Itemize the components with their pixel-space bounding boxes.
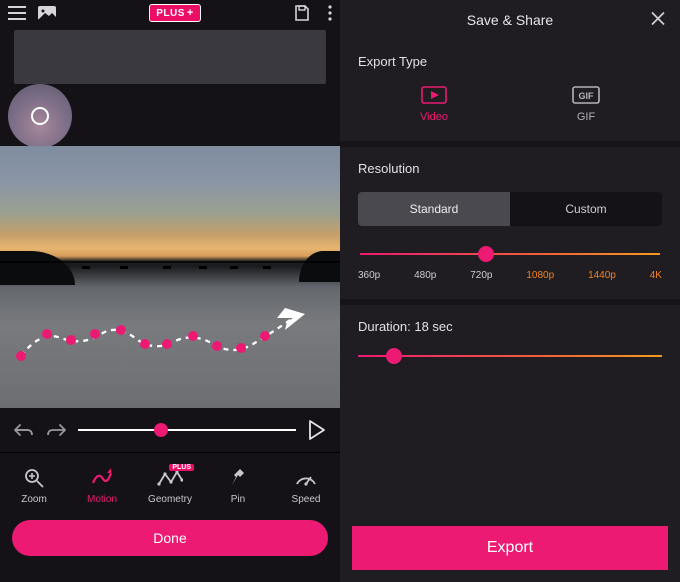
motion-icon (90, 466, 114, 490)
tool-speed[interactable]: Speed (276, 466, 336, 505)
segment-standard[interactable]: Standard (358, 192, 510, 226)
canvas[interactable] (0, 146, 340, 408)
export-type-video[interactable]: Video (420, 85, 448, 123)
pin-icon (228, 466, 248, 490)
play-controls (0, 408, 340, 452)
export-type-title: Export Type (358, 54, 662, 69)
resolution-slider[interactable] (360, 248, 660, 260)
gif-icon: GIF (572, 85, 600, 105)
export-label: Export (487, 539, 533, 557)
duration-label: Duration: 18 sec (358, 319, 662, 334)
export-type-label: GIF (577, 111, 595, 123)
record-icon (31, 107, 49, 125)
thumbnail-strip[interactable] (14, 30, 326, 84)
tool-label: Motion (87, 494, 117, 505)
plus-badge[interactable]: PLUS+ (149, 4, 201, 22)
done-button[interactable]: Done (12, 520, 328, 556)
menu-icon[interactable] (8, 6, 26, 20)
top-bar: PLUS+ (0, 0, 340, 26)
resolution-section: Resolution Standard Custom 360p 480p 720… (340, 147, 680, 305)
export-type-label: Video (420, 111, 448, 123)
res-360: 360p (358, 270, 380, 281)
motion-path[interactable] (12, 304, 322, 374)
duration-section: Duration: 18 sec (340, 305, 680, 380)
save-share-panel: Save & Share Export Type Video GIF GIF R… (340, 0, 680, 582)
more-icon[interactable] (328, 5, 332, 21)
export-button[interactable]: Export (352, 526, 668, 570)
res-1080: 1080p (526, 270, 554, 281)
video-icon (420, 85, 448, 105)
plus-badge-label: PLUS (156, 8, 185, 19)
avatar[interactable] (8, 84, 72, 148)
redo-icon[interactable] (46, 423, 66, 437)
duration-knob[interactable] (386, 348, 402, 364)
tool-label: Pin (231, 494, 245, 505)
resolution-mode-segment[interactable]: Standard Custom (358, 192, 662, 226)
tool-label: Zoom (21, 494, 47, 505)
editor-panel: PLUS+ (0, 0, 340, 582)
duration-slider[interactable] (358, 350, 662, 362)
gallery-icon[interactable] (38, 6, 56, 20)
save-icon[interactable] (294, 5, 310, 21)
res-480: 480p (414, 270, 436, 281)
tool-tabs: Zoom Motion PLUS Geometry Pin Speed (0, 452, 340, 514)
timeline-knob[interactable] (154, 423, 168, 437)
resolution-labels: 360p 480p 720p 1080p 1440p 4K (358, 270, 662, 281)
speed-icon (294, 466, 318, 490)
tool-pin[interactable]: Pin (208, 466, 268, 505)
resolution-title: Resolution (358, 161, 662, 176)
export-type-section: Export Type Video GIF GIF (340, 40, 680, 147)
undo-icon[interactable] (14, 423, 34, 437)
res-720: 720p (470, 270, 492, 281)
export-type-gif[interactable]: GIF GIF (572, 85, 600, 123)
tool-geometry[interactable]: PLUS Geometry (140, 466, 200, 505)
tool-motion[interactable]: Motion (72, 466, 132, 505)
zoom-icon (23, 466, 45, 490)
segment-custom[interactable]: Custom (510, 192, 662, 226)
tool-zoom[interactable]: Zoom (4, 466, 64, 505)
close-icon[interactable] (650, 11, 666, 30)
tool-label: Geometry (148, 494, 192, 505)
avatar-area (0, 84, 340, 146)
plus-mini-badge: PLUS (169, 464, 194, 471)
res-1440: 1440p (588, 270, 616, 281)
panel-header: Save & Share (340, 0, 680, 40)
res-4k: 4K (650, 270, 662, 281)
panel-title: Save & Share (467, 12, 553, 28)
play-icon[interactable] (308, 420, 326, 440)
timeline-slider[interactable] (78, 420, 296, 440)
done-label: Done (153, 530, 186, 546)
tool-label: Speed (292, 494, 321, 505)
resolution-knob[interactable] (478, 246, 494, 262)
svg-text:GIF: GIF (579, 91, 595, 101)
